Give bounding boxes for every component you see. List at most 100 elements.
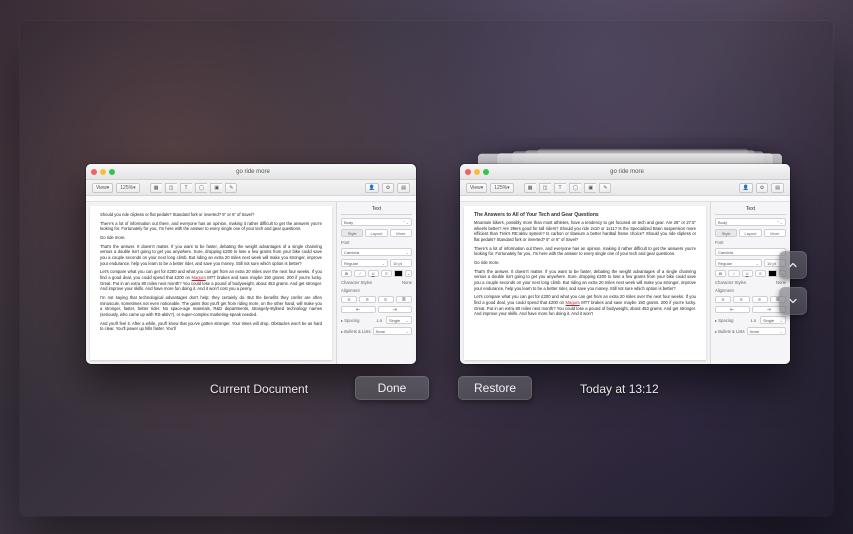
- document-heading: The Answers to All of Your Tech and Gear…: [474, 212, 696, 218]
- italic-button[interactable]: I: [728, 270, 739, 277]
- current-document-label: Current Document: [210, 382, 308, 396]
- close-icon[interactable]: [91, 169, 97, 175]
- body-text: There's a lot of information out there, …: [100, 221, 322, 232]
- insert-chart-button[interactable]: ◫: [165, 183, 177, 193]
- close-icon[interactable]: [465, 169, 471, 175]
- paragraph-style-dropdown[interactable]: Body⌃⌄: [341, 218, 412, 226]
- insert-shape-button[interactable]: ◯: [195, 183, 208, 193]
- document-page: Should you ride clipless or flat pedals?…: [90, 206, 332, 360]
- view-menu-button[interactable]: View ▾: [466, 183, 487, 193]
- font-family-dropdown[interactable]: Cambria⌄: [341, 248, 412, 256]
- text-color-swatch[interactable]: [394, 270, 403, 277]
- zoom-menu-button[interactable]: 125% ▾: [116, 183, 139, 193]
- version-document-window[interactable]: go ride more View ▾ 125% ▾ ▦ ◫ T ◯ ▣ ✎ 👤…: [460, 164, 790, 364]
- tab-more[interactable]: More: [764, 229, 786, 237]
- next-version-button[interactable]: [779, 287, 807, 315]
- text-options-button[interactable]: ⌄: [405, 270, 412, 277]
- traffic-lights: [91, 169, 115, 175]
- outdent-button[interactable]: ⇤: [341, 306, 376, 313]
- minimize-icon[interactable]: [100, 169, 106, 175]
- insert-comment-button[interactable]: ✎: [225, 183, 237, 193]
- tab-layout[interactable]: Layout: [739, 229, 761, 237]
- underline-button[interactable]: U: [368, 270, 379, 277]
- document-panel-button[interactable]: ▤: [771, 183, 784, 193]
- done-button[interactable]: Done: [355, 376, 429, 400]
- bold-button[interactable]: B: [341, 270, 352, 277]
- text-color-swatch[interactable]: [768, 270, 777, 277]
- document-panel-button[interactable]: ▤: [397, 183, 410, 193]
- versions-browser: go ride more View ▾ 125% ▾ ▦ ◫ T ◯ ▣ ✎ 👤…: [0, 0, 853, 534]
- minimize-icon[interactable]: [474, 169, 480, 175]
- titlebar: go ride more: [86, 164, 416, 180]
- outdent-button[interactable]: ⇤: [715, 306, 750, 313]
- restore-button[interactable]: Restore: [458, 376, 532, 400]
- insert-text-button[interactable]: T: [554, 183, 566, 193]
- previous-version-button[interactable]: [779, 251, 807, 279]
- bullets-dropdown[interactable]: None⌄: [747, 327, 786, 335]
- indent-button[interactable]: ⇥: [378, 306, 413, 313]
- tab-style[interactable]: Style: [341, 229, 363, 237]
- align-right-button[interactable]: ≡: [378, 296, 394, 303]
- chevron-down-icon: [787, 295, 799, 307]
- spacing-mode-dropdown[interactable]: Single⌄: [760, 316, 786, 324]
- version-timestamp-label: Today at 13:12: [580, 382, 659, 396]
- body-text: Go ride more.: [100, 235, 126, 240]
- align-left-button[interactable]: ≡: [341, 296, 357, 303]
- font-weight-dropdown[interactable]: Regular⌄: [341, 259, 388, 267]
- align-center-button[interactable]: ≡: [733, 296, 749, 303]
- insert-table-button[interactable]: ▦: [524, 183, 536, 193]
- insert-media-button[interactable]: ▣: [584, 183, 596, 193]
- insert-media-button[interactable]: ▣: [210, 183, 222, 193]
- paragraph-style-dropdown[interactable]: Body⌃⌄: [715, 218, 786, 226]
- collaborate-button[interactable]: 👤: [739, 183, 753, 193]
- tab-more[interactable]: More: [390, 229, 412, 237]
- align-center-button[interactable]: ≡: [359, 296, 375, 303]
- view-menu-button[interactable]: View ▾: [92, 183, 113, 193]
- body-text: I'm not saying that technological advant…: [100, 295, 322, 318]
- font-family-dropdown[interactable]: Cambria⌄: [715, 248, 786, 256]
- window-title: go ride more: [115, 169, 391, 175]
- inspector-tab-text[interactable]: Text: [341, 206, 412, 215]
- inspector-label: Character Styles: [341, 280, 372, 285]
- italic-button[interactable]: I: [354, 270, 365, 277]
- align-right-button[interactable]: ≡: [752, 296, 768, 303]
- inspector-label: Alignment: [715, 288, 786, 293]
- spacing-mode-dropdown[interactable]: Single⌄: [386, 316, 412, 324]
- inspector-label: ▸ Bullets & Lists: [715, 329, 745, 334]
- tab-style[interactable]: Style: [715, 229, 737, 237]
- inspector-label: ▸ Bullets & Lists: [341, 329, 371, 334]
- format-panel-button[interactable]: ⚙: [756, 183, 768, 193]
- format-inspector: Text Body⌃⌄ Style Layout More Font Cambr…: [710, 202, 790, 364]
- inspector-label: ▸ Spacing: [715, 318, 733, 323]
- insert-comment-button[interactable]: ✎: [599, 183, 611, 193]
- format-panel-button[interactable]: ⚙: [382, 183, 394, 193]
- align-justify-button[interactable]: ≣: [396, 296, 412, 303]
- titlebar: go ride more: [460, 164, 790, 180]
- inspector-label: ▸ Spacing: [341, 318, 359, 323]
- bold-button[interactable]: B: [715, 270, 726, 277]
- inspector-label: Character Styles: [715, 280, 746, 285]
- inspector-value: None: [402, 280, 412, 285]
- zoom-menu-button[interactable]: 125% ▾: [490, 183, 513, 193]
- highlighted-word: Magura: [566, 300, 580, 305]
- content-frame: go ride more View ▾ 125% ▾ ▦ ◫ T ◯ ▣ ✎ 👤…: [20, 21, 833, 516]
- inspector-tab-text[interactable]: Text: [715, 206, 786, 215]
- font-size-field[interactable]: 10 pt: [390, 259, 412, 267]
- body-text: There's a lot of information out there, …: [474, 246, 696, 257]
- insert-shape-button[interactable]: ◯: [569, 183, 582, 193]
- strike-button[interactable]: S: [755, 270, 766, 277]
- align-left-button[interactable]: ≡: [715, 296, 731, 303]
- bullets-dropdown[interactable]: None⌄: [373, 327, 412, 335]
- underline-button[interactable]: U: [742, 270, 753, 277]
- tab-layout[interactable]: Layout: [365, 229, 387, 237]
- current-document-window[interactable]: go ride more View ▾ 125% ▾ ▦ ◫ T ◯ ▣ ✎ 👤…: [86, 164, 416, 364]
- insert-table-button[interactable]: ▦: [150, 183, 162, 193]
- body-text: Should you ride clipless or flat pedals?…: [100, 212, 322, 218]
- insert-text-button[interactable]: T: [180, 183, 192, 193]
- collaborate-button[interactable]: 👤: [365, 183, 379, 193]
- toolbar: View ▾ 125% ▾ ▦ ◫ T ◯ ▣ ✎ 👤 ⚙ ▤: [86, 180, 416, 196]
- strike-button[interactable]: S: [381, 270, 392, 277]
- font-weight-dropdown[interactable]: Regular⌄: [715, 259, 762, 267]
- window-title: go ride more: [489, 169, 765, 175]
- insert-chart-button[interactable]: ◫: [539, 183, 551, 193]
